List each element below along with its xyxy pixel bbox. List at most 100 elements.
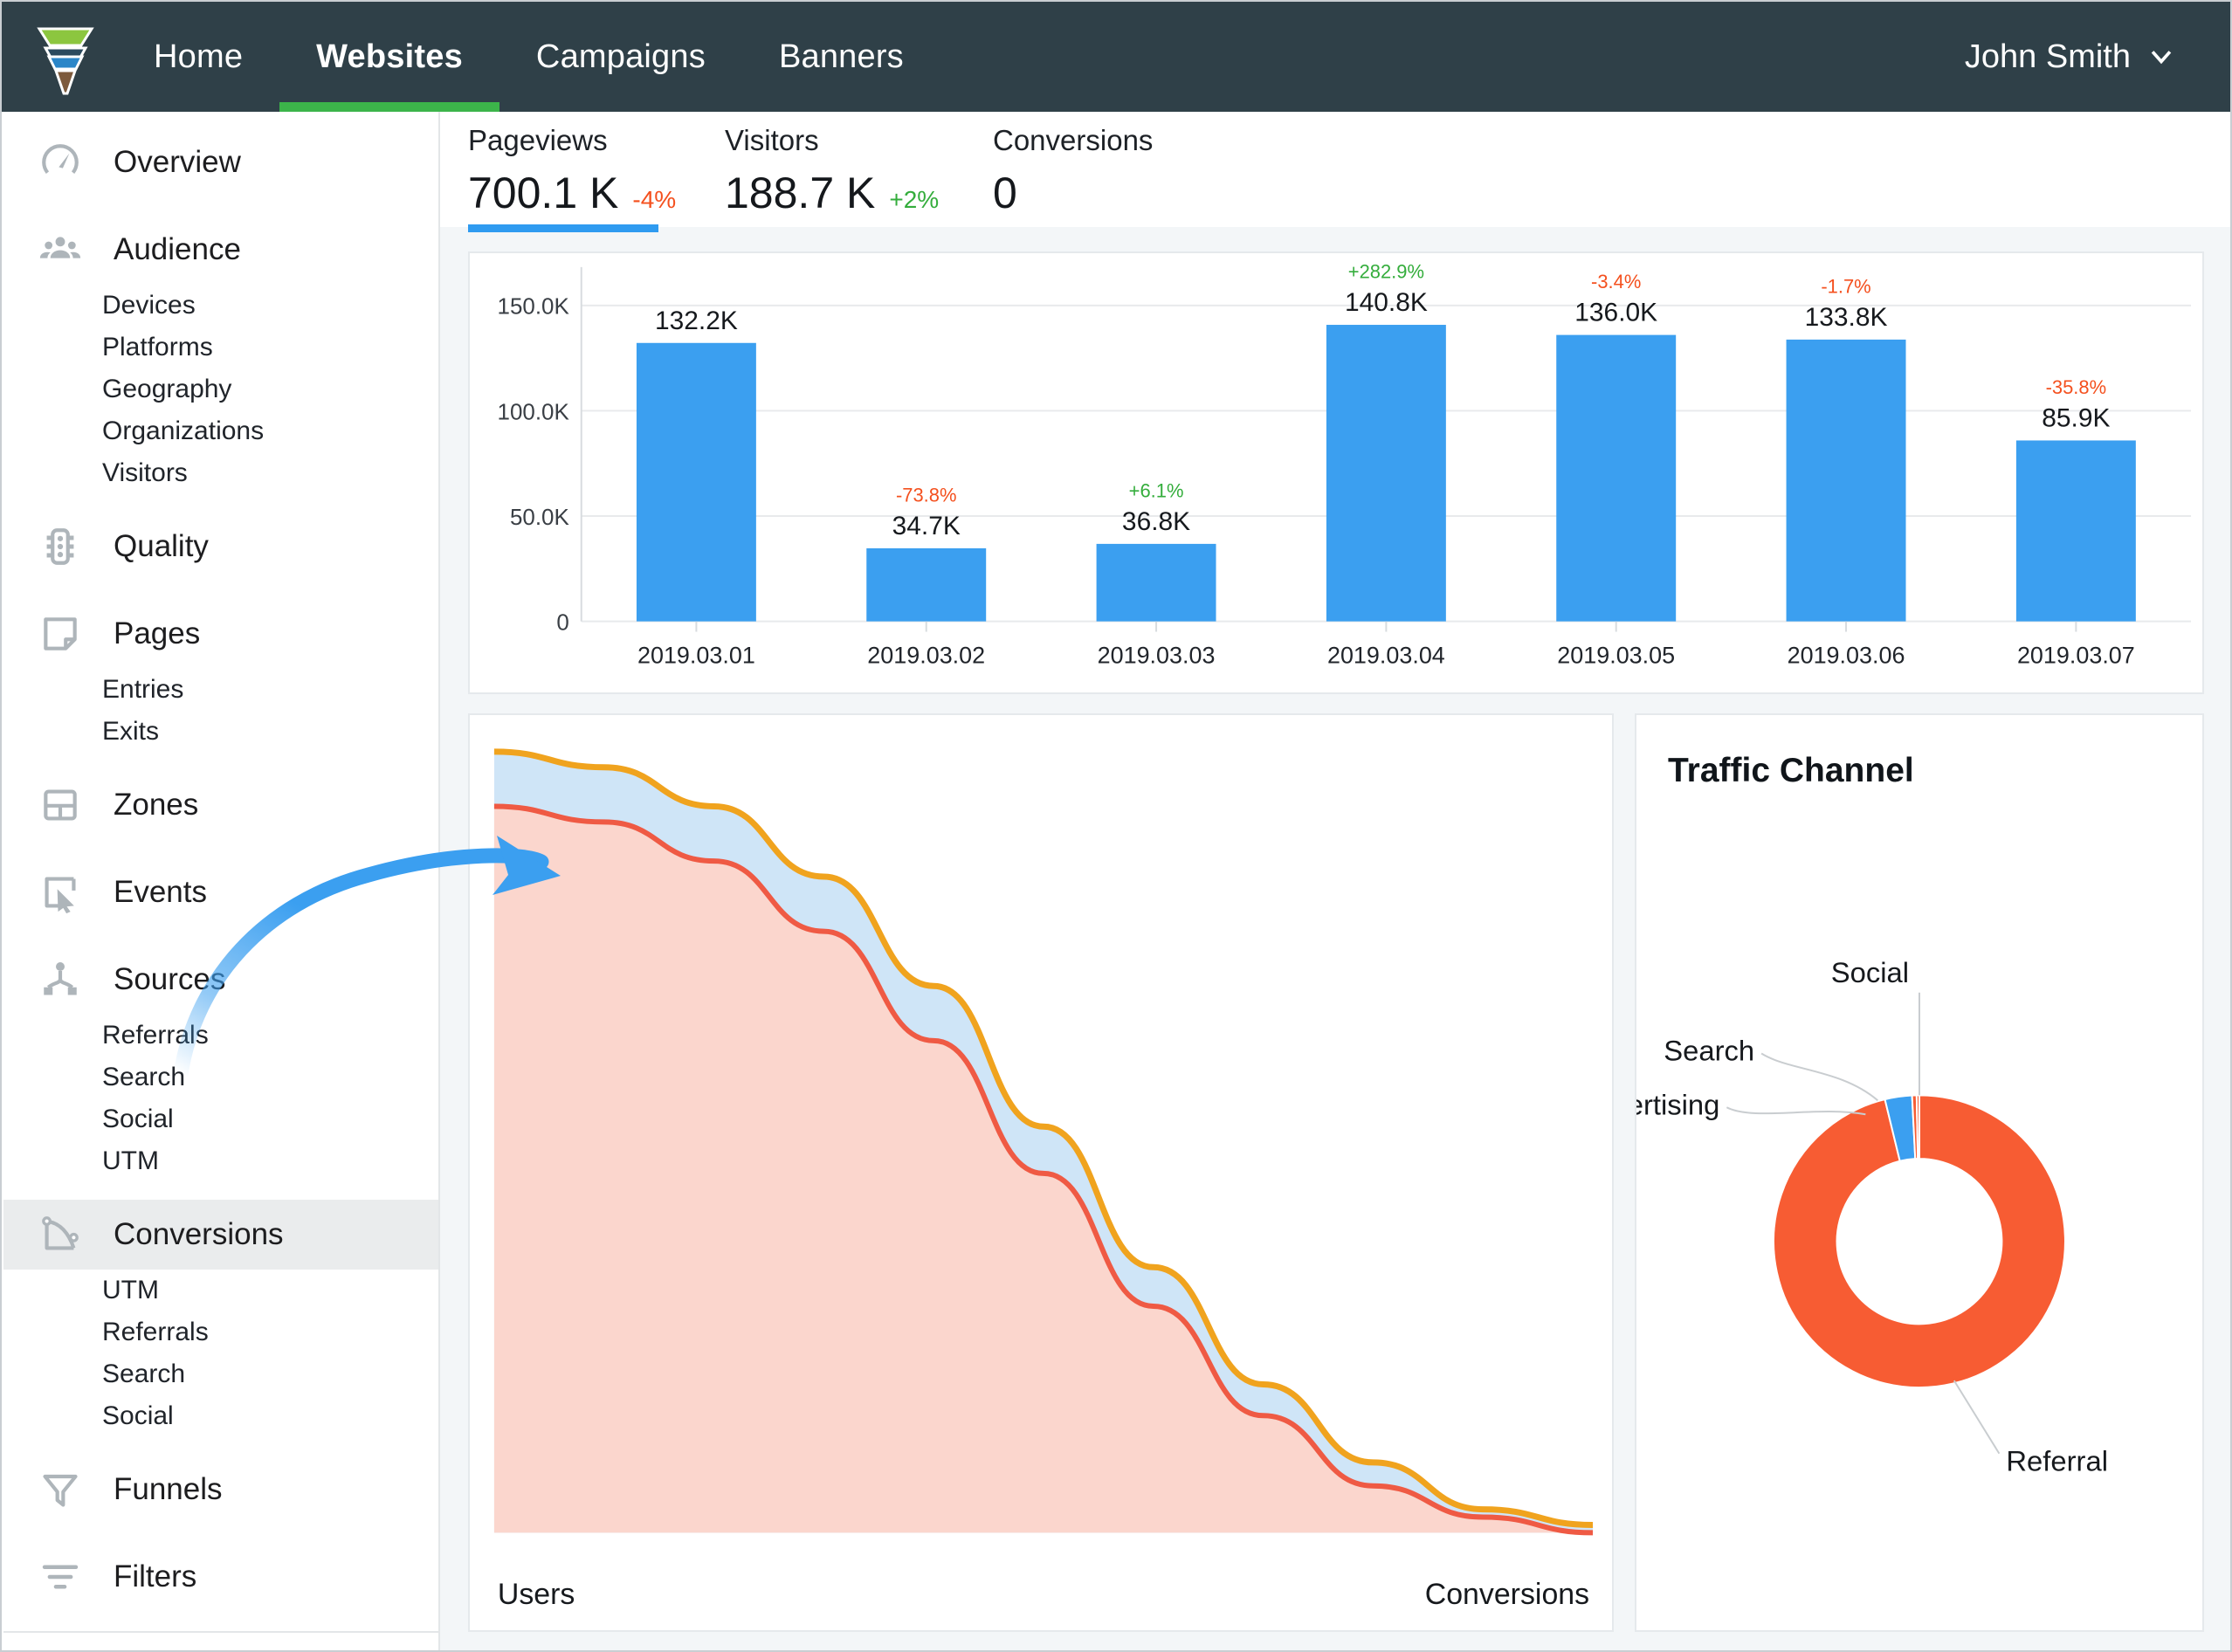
sidebar-label: Quality bbox=[114, 529, 209, 563]
nav-item-home[interactable]: Home bbox=[117, 2, 279, 112]
traffic-channel-donut[interactable]: Social Search Advertising Referral bbox=[1636, 715, 2202, 1630]
nav-item-banners[interactable]: Banners bbox=[742, 2, 940, 112]
sidebar-item-quality[interactable]: Quality bbox=[3, 512, 438, 582]
sidebar-sublabel: Referrals bbox=[102, 1318, 209, 1346]
conversion-funnel-chart[interactable]: Users Conversions bbox=[470, 715, 1612, 1630]
sidebar-item-sources[interactable]: Sources bbox=[3, 945, 438, 1015]
sidebar-subitem-sources-referrals[interactable]: Referrals bbox=[3, 1015, 438, 1057]
sidebar-item-zones[interactable]: Zones bbox=[3, 770, 438, 840]
sidebar-item-audience[interactable]: Audience bbox=[3, 215, 438, 285]
funnel-icon bbox=[35, 1464, 86, 1515]
sidebar-subitem-entries[interactable]: Entries bbox=[3, 669, 438, 711]
sidebar-subitem-sources-search[interactable]: Search bbox=[3, 1057, 438, 1098]
sidebar-item-conversions[interactable]: Conversions bbox=[3, 1200, 438, 1270]
people-icon bbox=[35, 224, 86, 275]
bar-delta-label: +282.9% bbox=[1348, 261, 1424, 283]
sidebar-sublabel: Geography bbox=[102, 375, 232, 403]
x-axis-tick-label: 2019.03.05 bbox=[1557, 642, 1675, 668]
x-axis-tick-label: 2019.03.01 bbox=[637, 642, 755, 668]
main-nav: Home Websites Campaigns Banners bbox=[117, 2, 940, 112]
y-axis-tick-label: 0 bbox=[556, 611, 568, 636]
sidebar-subitem-sources-utm[interactable]: UTM bbox=[3, 1140, 438, 1182]
bar bbox=[1326, 325, 1446, 622]
sidebar-label: Events bbox=[114, 875, 207, 909]
metric-tab-visitors[interactable]: Visitors 188.7 K +2% bbox=[725, 112, 993, 218]
cursor-click-icon bbox=[35, 867, 86, 918]
bar bbox=[636, 342, 756, 622]
sidebar-item-pages[interactable]: Pages bbox=[3, 599, 438, 669]
sidebar-subitem-exits[interactable]: Exits bbox=[3, 711, 438, 753]
sidebar-sublabel: Social bbox=[102, 1401, 174, 1430]
sidebar-sublabel: UTM bbox=[102, 1276, 159, 1304]
sidebar-item-overview[interactable]: Overview bbox=[3, 127, 438, 197]
sidebar-label: Sources bbox=[114, 962, 226, 996]
bar-delta-label: -1.7% bbox=[1821, 275, 1870, 297]
sidebar-subitem-visitors[interactable]: Visitors bbox=[3, 452, 438, 494]
metric-title: Pageviews bbox=[468, 124, 608, 156]
sidebar-subitem-organizations[interactable]: Organizations bbox=[3, 410, 438, 452]
sidebar-item-events[interactable]: Events bbox=[3, 857, 438, 927]
sidebar-sublabel: Organizations bbox=[102, 416, 265, 445]
bar-value-label: 34.7K bbox=[892, 512, 961, 540]
pageviews-bar-chart[interactable]: 0 50.0K 100.0K 150.0K 132.2K 2019.03.01 34.7K -… bbox=[470, 253, 2202, 692]
sidebar-subitem-conversions-utm[interactable]: UTM bbox=[3, 1270, 438, 1311]
bar-value-label: 133.8K bbox=[1805, 303, 1888, 332]
sidebar-subitem-conversions-referrals[interactable]: Referrals bbox=[3, 1311, 438, 1353]
sidebar-label: Conversions bbox=[114, 1217, 284, 1251]
bar-value-label: 132.2K bbox=[655, 306, 738, 335]
analytics-dashboard: Home Websites Campaigns Banners John Smi… bbox=[0, 0, 2232, 1652]
sidebar-subitem-conversions-search[interactable]: Search bbox=[3, 1353, 438, 1395]
sidebar-sublabel: Search bbox=[102, 1359, 186, 1388]
app-logo[interactable] bbox=[14, 2, 117, 112]
sidebar-subitem-geography[interactable]: Geography bbox=[3, 368, 438, 410]
sidebar-sublabel: Referrals bbox=[102, 1021, 209, 1050]
sidebar-item-filters[interactable]: Filters bbox=[3, 1542, 438, 1612]
metric-tab-conversions[interactable]: Conversions 0 bbox=[993, 112, 1153, 218]
sidebar-item-funnels[interactable]: Funnels bbox=[3, 1455, 438, 1525]
sidebar-subitem-sources-social[interactable]: Social bbox=[3, 1098, 438, 1140]
bar-value-label: 140.8K bbox=[1345, 288, 1428, 317]
nav-label: Home bbox=[154, 38, 244, 75]
donut-label-search: Search bbox=[1664, 1034, 1754, 1066]
nav-label: Banners bbox=[778, 38, 904, 75]
metric-value: 188.7 K bbox=[725, 169, 876, 217]
traffic-channel-title: Traffic Channel bbox=[1668, 752, 1914, 789]
top-navigation-bar: Home Websites Campaigns Banners John Smi… bbox=[2, 2, 2230, 112]
traffic-light-icon bbox=[35, 521, 86, 572]
sidebar-item-settings[interactable]: Settings bbox=[3, 1649, 438, 1650]
conversion-funnel-card: Users Conversions bbox=[468, 713, 1614, 1632]
sidebar-sublabel: Entries bbox=[102, 675, 184, 704]
x-axis-tick-label: 2019.03.06 bbox=[1788, 642, 1905, 668]
donut-label-advertising: Advertising bbox=[1636, 1088, 1719, 1120]
bar bbox=[2015, 440, 2136, 622]
x-axis-tick-label: 2019.03.03 bbox=[1098, 642, 1216, 668]
main-content: Pageviews 700.1 K -4% Visitors 188.7 K +… bbox=[440, 112, 2230, 1650]
bar-value-label: 136.0K bbox=[1574, 299, 1657, 327]
sidebar-label: Funnels bbox=[114, 1472, 223, 1506]
user-menu[interactable]: John Smith bbox=[1965, 38, 2173, 76]
chevron-down-icon bbox=[2151, 51, 2172, 65]
funnel-axis-label-left: Users bbox=[498, 1578, 575, 1611]
traffic-channel-card: Traffic Channel Social Search Advertising R… bbox=[1635, 713, 2204, 1632]
sidebar-subitem-devices[interactable]: Devices bbox=[3, 285, 438, 327]
nav-item-campaigns[interactable]: Campaigns bbox=[499, 2, 742, 112]
sidebar-subitem-platforms[interactable]: Platforms bbox=[3, 327, 438, 368]
bar-delta-label: -73.8% bbox=[896, 484, 957, 506]
nav-label: Campaigns bbox=[535, 38, 706, 75]
sidebar-label: Audience bbox=[114, 232, 241, 266]
sidebar-divider bbox=[3, 1631, 438, 1633]
bar-value-label: 85.9K bbox=[2042, 404, 2110, 433]
nav-label: Websites bbox=[316, 38, 463, 75]
nav-item-websites[interactable]: Websites bbox=[279, 2, 499, 112]
metric-tabs: Pageviews 700.1 K -4% Visitors 188.7 K +… bbox=[440, 112, 2230, 232]
sidebar-sublabel: UTM bbox=[102, 1146, 159, 1175]
sidebar-subitem-conversions-social[interactable]: Social bbox=[3, 1395, 438, 1437]
bar bbox=[866, 547, 987, 622]
metric-tab-pageviews[interactable]: Pageviews 700.1 K -4% bbox=[468, 112, 725, 232]
sidebar: Overview Audience Devices Platforms Geog… bbox=[3, 112, 440, 1650]
metric-delta: +2% bbox=[889, 186, 940, 213]
funnel-axis-label-right: Conversions bbox=[1425, 1578, 1589, 1611]
